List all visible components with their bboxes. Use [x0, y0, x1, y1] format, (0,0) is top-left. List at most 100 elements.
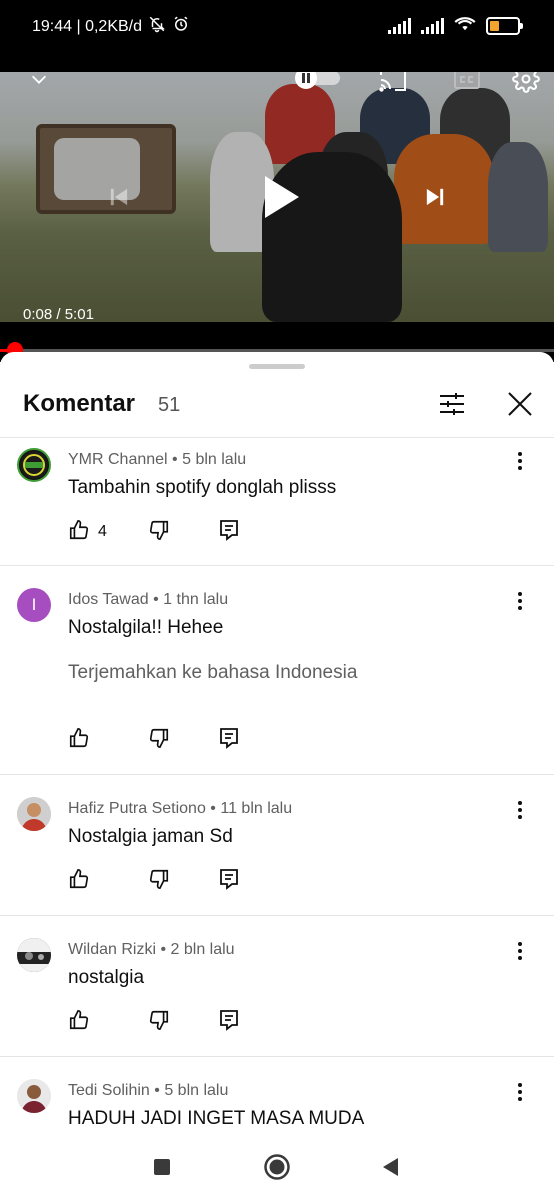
meta-separator: • — [149, 1082, 165, 1099]
comment-actions: 4 — [68, 519, 268, 546]
like-button[interactable] — [68, 868, 98, 895]
like-button[interactable] — [68, 727, 98, 754]
comment-actions — [68, 1009, 268, 1036]
playback-time: 0:08 / 5:01 — [23, 306, 94, 322]
reply-button[interactable] — [219, 519, 239, 546]
status-time-speed: 19:44 | 0,2KB/d — [32, 17, 143, 35]
comment-actions — [68, 727, 268, 754]
alarm-icon — [172, 15, 190, 38]
thumbs-up-icon — [68, 1009, 90, 1036]
like-count: 4 — [98, 523, 107, 540]
comment-item: I Idos Tawad • 1 thn lalu Nostalgila!! H… — [0, 566, 554, 775]
more-options-icon[interactable] — [508, 1080, 532, 1104]
comment-item: Tedi Solihin • 5 bln lalu HADUH JADI ING… — [0, 1057, 554, 1134]
comment-item: Wildan Rizki • 2 bln lalu nostalgia — [0, 916, 554, 1057]
meta-separator: • — [205, 800, 221, 817]
reply-comment-icon — [219, 519, 239, 546]
comment-meta: Tedi Solihin • 5 bln lalu — [68, 1082, 228, 1100]
skip-previous-icon[interactable] — [104, 182, 134, 212]
dislike-button[interactable] — [148, 1010, 170, 1034]
sheet-drag-handle[interactable] — [249, 364, 305, 369]
comments-sheet: Komentar 51 YMR Channel • 5 bln lalu Tam… — [0, 352, 554, 1134]
avatar-initial: I — [31, 595, 37, 614]
like-button[interactable]: 4 — [68, 519, 107, 546]
comment-author[interactable]: Wildan Rizki — [68, 941, 156, 958]
time-separator: / — [52, 306, 65, 322]
thumbs-up-icon — [68, 868, 90, 895]
battery-icon — [486, 16, 523, 35]
comment-meta: Idos Tawad • 1 thn lalu — [68, 591, 228, 609]
close-icon[interactable] — [505, 389, 535, 419]
wifi-icon — [454, 14, 476, 37]
comments-count: 51 — [158, 394, 181, 416]
translate-link[interactable]: Terjemahkan ke bahasa Indonesia — [68, 662, 357, 684]
more-options-icon[interactable] — [508, 589, 532, 613]
more-options-icon[interactable] — [508, 939, 532, 963]
comment-text: Tambahin spotify donglah plisss — [68, 477, 337, 498]
comment-meta: YMR Channel • 5 bln lalu — [68, 451, 246, 469]
comment-text: Nostalgila!! Hehee — [68, 617, 224, 638]
comment-author[interactable]: Tedi Solihin — [68, 1082, 150, 1099]
captions-icon[interactable] — [452, 72, 482, 92]
dislike-button[interactable] — [148, 728, 170, 752]
avatar[interactable] — [17, 797, 51, 831]
pause-toggle-icon[interactable] — [292, 72, 344, 90]
meta-separator: • — [148, 591, 164, 608]
comment-age: 5 bln lalu — [164, 1082, 229, 1099]
recents-square-icon[interactable] — [148, 1153, 176, 1181]
like-button[interactable] — [68, 1009, 98, 1036]
reply-comment-icon — [219, 868, 239, 895]
cast-icon[interactable] — [377, 72, 409, 94]
skip-next-icon[interactable] — [420, 182, 450, 212]
more-options-icon[interactable] — [508, 449, 532, 473]
thumbs-down-icon — [148, 868, 170, 895]
video-player[interactable]: 0:08 / 5:01 — [0, 72, 554, 322]
duration: 5:01 — [64, 306, 94, 322]
thumbs-up-icon — [68, 727, 90, 754]
chevron-down-icon[interactable] — [26, 72, 52, 92]
comment-age: 5 bln lalu — [182, 451, 247, 468]
meta-separator: • — [167, 451, 183, 468]
dislike-button[interactable] — [148, 869, 170, 893]
comment-author[interactable]: Idos Tawad — [68, 591, 149, 608]
comments-title: Komentar — [23, 390, 136, 417]
comment-age: 1 thn lalu — [163, 591, 229, 608]
comment-text: HADUH JADI INGET MASA MUDA — [68, 1108, 365, 1129]
back-triangle-icon[interactable] — [376, 1153, 404, 1181]
settings-icon[interactable] — [511, 72, 541, 94]
reply-button[interactable] — [219, 868, 239, 895]
status-bar: 19:44 | 0,2KB/d — [0, 0, 554, 72]
mute-bell-icon — [148, 15, 166, 38]
reply-comment-icon — [219, 1009, 239, 1036]
thumbs-down-icon — [148, 727, 170, 754]
thumbs-down-icon — [148, 519, 170, 546]
avatar[interactable]: I — [17, 588, 51, 622]
comment-item: Hafiz Putra Setiono • 11 bln lalu Nostal… — [0, 775, 554, 916]
comment-item: YMR Channel • 5 bln lalu Tambahin spotif… — [0, 439, 554, 566]
reply-comment-icon — [219, 727, 239, 754]
dislike-button[interactable] — [148, 520, 170, 544]
reply-button[interactable] — [219, 1009, 239, 1036]
thumbs-up-icon — [68, 519, 90, 546]
comment-text: Nostalgia jaman Sd — [68, 826, 233, 847]
more-options-icon[interactable] — [508, 798, 532, 822]
signal-1-icon — [388, 17, 411, 34]
comment-age: 2 bln lalu — [170, 941, 235, 958]
meta-separator: • — [156, 941, 171, 958]
comment-author[interactable]: YMR Channel — [68, 451, 168, 468]
system-navigation-bar — [0, 1134, 554, 1200]
comment-text: nostalgia — [68, 967, 145, 988]
filter-sort-icon[interactable] — [437, 389, 467, 419]
reply-button[interactable] — [219, 727, 239, 754]
play-icon[interactable] — [256, 172, 304, 222]
avatar[interactable] — [17, 448, 51, 482]
avatar[interactable] — [17, 938, 51, 972]
thumbs-down-icon — [148, 1009, 170, 1036]
comments-header: Komentar 51 — [0, 372, 554, 438]
home-circle-icon[interactable] — [263, 1153, 291, 1181]
comment-author[interactable]: Hafiz Putra Setiono — [68, 800, 206, 817]
avatar[interactable] — [17, 1079, 51, 1113]
comment-meta: Hafiz Putra Setiono • 11 bln lalu — [68, 800, 292, 818]
signal-2-icon — [421, 17, 444, 34]
current-time: 0:08 — [23, 306, 53, 322]
